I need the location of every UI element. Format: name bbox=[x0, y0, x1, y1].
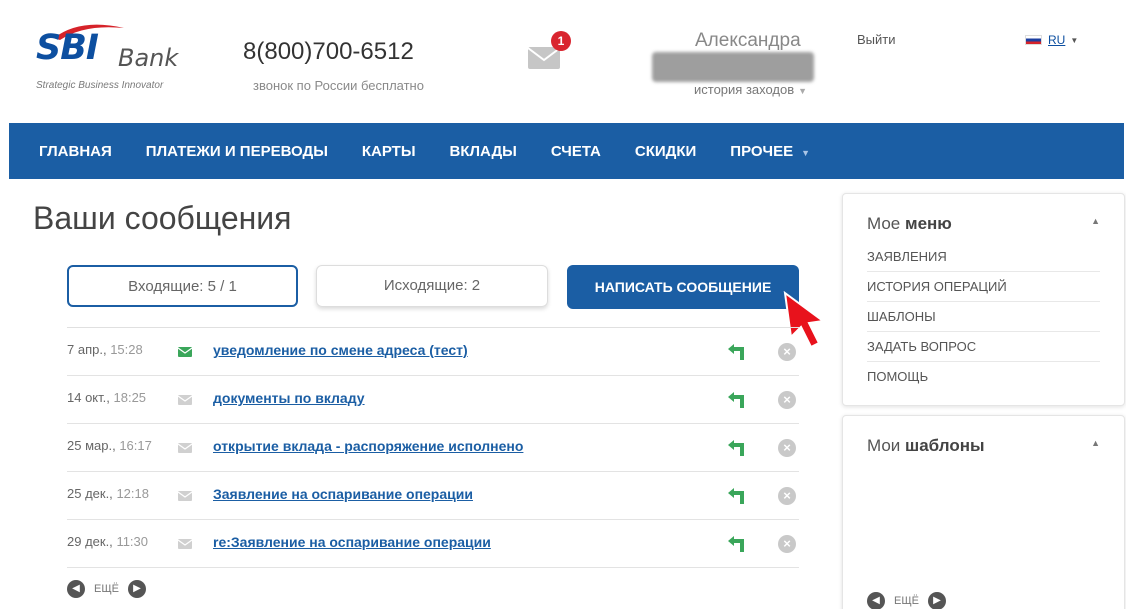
support-phone: 8(800)700-6512 bbox=[243, 38, 414, 65]
read-envelope-icon bbox=[178, 539, 192, 549]
my-menu-title-light: Мое bbox=[867, 214, 901, 233]
my-menu-title-bold: меню bbox=[905, 214, 952, 233]
message-time: 11:30 bbox=[116, 534, 149, 549]
message-subject-link[interactable]: документы по вкладу bbox=[213, 390, 365, 406]
collapse-icon[interactable]: ▲ bbox=[1091, 216, 1100, 226]
next-page-icon[interactable]: ▶ bbox=[128, 580, 146, 598]
messages-pager: ◀ ЕЩЁ ▶ bbox=[67, 580, 146, 598]
message-subject-link[interactable]: уведомление по смене адреса (тест) bbox=[213, 342, 468, 358]
nav-item-payments[interactable]: ПЛАТЕЖИ И ПЕРЕВОДЫ bbox=[146, 143, 328, 160]
reply-icon[interactable] bbox=[725, 389, 747, 411]
message-date: 7 апр., 15:28 bbox=[67, 342, 143, 357]
message-row[interactable]: 14 окт., 18:25 документы по вкладу × bbox=[67, 376, 799, 424]
page-title: Ваши сообщения bbox=[33, 200, 292, 236]
message-time: 18:25 bbox=[113, 390, 147, 405]
reply-icon[interactable] bbox=[725, 533, 747, 555]
my-templates-title-bold: шаблоны bbox=[905, 436, 985, 455]
message-date: 29 дек., 11:30 bbox=[67, 534, 148, 549]
message-row[interactable]: 7 апр., 15:28 уведомление по смене адрес… bbox=[67, 328, 799, 376]
more-label: ЕЩЁ bbox=[894, 595, 919, 607]
message-date-day: 25 дек., bbox=[67, 486, 113, 501]
my-menu-panel: Мое меню ▲ ЗАЯВЛЕНИЯ ИСТОРИЯ ОПЕРАЦИЙ ША… bbox=[842, 193, 1125, 406]
message-row[interactable]: 29 дек., 11:30 re:Заявление на оспариван… bbox=[67, 520, 799, 568]
message-date-day: 7 апр., bbox=[67, 342, 107, 357]
message-date-day: 29 дек., bbox=[67, 534, 113, 549]
message-row[interactable]: 25 дек., 12:18 Заявление на оспаривание … bbox=[67, 472, 799, 520]
my-menu-list: ЗАЯВЛЕНИЯ ИСТОРИЯ ОПЕРАЦИЙ ШАБЛОНЫ ЗАДАТ… bbox=[867, 242, 1100, 392]
reply-icon[interactable] bbox=[725, 437, 747, 459]
menu-item-applications[interactable]: ЗАЯВЛЕНИЯ bbox=[867, 242, 1100, 272]
chevron-down-icon: ▼ bbox=[798, 86, 808, 96]
menu-item-ask-question[interactable]: ЗАДАТЬ ВОПРОС bbox=[867, 332, 1100, 362]
my-templates-title: Мои шаблоны bbox=[867, 436, 985, 456]
my-templates-panel: Мои шаблоны ▲ bbox=[842, 415, 1125, 609]
chevron-down-icon: ▼ bbox=[801, 147, 811, 158]
russia-flag-icon bbox=[1025, 35, 1042, 45]
unread-envelope-icon bbox=[178, 347, 192, 357]
bank-logo[interactable]: SBI Bank Strategic Business Innovator bbox=[36, 22, 196, 97]
reply-icon[interactable] bbox=[725, 485, 747, 507]
my-templates-title-light: Мои bbox=[867, 436, 901, 455]
message-date-day: 14 окт., bbox=[67, 390, 110, 405]
read-envelope-icon bbox=[178, 395, 192, 405]
my-menu-title: Мое меню bbox=[867, 214, 952, 234]
reply-icon[interactable] bbox=[725, 341, 747, 363]
delete-icon[interactable]: × bbox=[778, 343, 796, 361]
delete-icon[interactable]: × bbox=[778, 535, 796, 553]
prev-page-icon[interactable]: ◀ bbox=[67, 580, 85, 598]
menu-item-history[interactable]: ИСТОРИЯ ОПЕРАЦИЙ bbox=[867, 272, 1100, 302]
menu-item-help[interactable]: ПОМОЩЬ bbox=[867, 362, 1100, 392]
nav-item-deposits[interactable]: ВКЛАДЫ bbox=[450, 143, 517, 160]
message-time: 12:18 bbox=[116, 486, 149, 501]
read-envelope-icon bbox=[178, 491, 192, 501]
delete-icon[interactable]: × bbox=[778, 487, 796, 505]
nav-item-accounts[interactable]: СЧЕТА bbox=[551, 143, 601, 160]
phone-note: звонок по России бесплатно bbox=[253, 78, 424, 93]
message-date: 14 окт., 18:25 bbox=[67, 390, 146, 405]
login-history-dropdown[interactable]: история заходов ▼ bbox=[694, 82, 807, 97]
next-page-icon[interactable]: ▶ bbox=[928, 592, 946, 609]
nav-item-discounts[interactable]: СКИДКИ bbox=[635, 143, 696, 160]
logo-sbi-text: SBI bbox=[36, 28, 99, 68]
menu-item-templates[interactable]: ШАБЛОНЫ bbox=[867, 302, 1100, 332]
redacted-user-info bbox=[652, 52, 814, 82]
nav-item-other-label: ПРОЧЕЕ bbox=[730, 142, 794, 160]
main-nav: ГЛАВНАЯ ПЛАТЕЖИ И ПЕРЕВОДЫ КАРТЫ ВКЛАДЫ … bbox=[9, 123, 1124, 179]
tab-outbox[interactable]: Исходящие: 2 bbox=[316, 265, 548, 307]
message-date: 25 дек., 12:18 bbox=[67, 486, 149, 501]
delete-icon[interactable]: × bbox=[778, 439, 796, 457]
nav-item-cards[interactable]: КАРТЫ bbox=[362, 143, 416, 160]
write-message-button[interactable]: НАПИСАТЬ СООБЩЕНИЕ bbox=[567, 265, 799, 309]
templates-pager: ◀ ЕЩЁ ▶ bbox=[867, 592, 946, 609]
login-history-label: история заходов bbox=[694, 82, 795, 97]
language-code: RU bbox=[1048, 33, 1066, 47]
nav-item-home[interactable]: ГЛАВНАЯ bbox=[39, 143, 112, 160]
prev-page-icon[interactable]: ◀ bbox=[867, 592, 885, 609]
message-date-day: 25 мар., bbox=[67, 438, 116, 453]
user-name: Александра bbox=[695, 30, 801, 51]
message-time: 16:17 bbox=[119, 438, 152, 453]
tab-inbox[interactable]: Входящие: 5 / 1 bbox=[67, 265, 298, 307]
message-row[interactable]: 25 мар., 16:17 открытие вклада - распоря… bbox=[67, 424, 799, 472]
logout-link[interactable]: Выйти bbox=[857, 32, 896, 47]
more-label: ЕЩЁ bbox=[94, 583, 119, 595]
message-subject-link[interactable]: re:Заявление на оспаривание операции bbox=[213, 534, 491, 550]
mail-badge: 1 bbox=[551, 31, 571, 51]
logo-bank-text: Bank bbox=[118, 44, 179, 72]
message-subject-link[interactable]: Заявление на оспаривание операции bbox=[213, 486, 473, 502]
message-list: 7 апр., 15:28 уведомление по смене адрес… bbox=[67, 327, 799, 568]
message-time: 15:28 bbox=[110, 342, 143, 357]
logo-tagline: Strategic Business Innovator bbox=[36, 80, 164, 91]
delete-icon[interactable]: × bbox=[778, 391, 796, 409]
collapse-icon[interactable]: ▲ bbox=[1091, 438, 1100, 448]
message-subject-link[interactable]: открытие вклада - распоряжение исполнено bbox=[213, 438, 523, 454]
read-envelope-icon bbox=[178, 443, 192, 453]
message-date: 25 мар., 16:17 bbox=[67, 438, 152, 453]
chevron-down-icon: ▼ bbox=[1070, 35, 1079, 45]
nav-item-other[interactable]: ПРОЧЕЕ ▼ bbox=[730, 143, 810, 160]
language-selector[interactable]: RU ▼ bbox=[1025, 33, 1078, 47]
